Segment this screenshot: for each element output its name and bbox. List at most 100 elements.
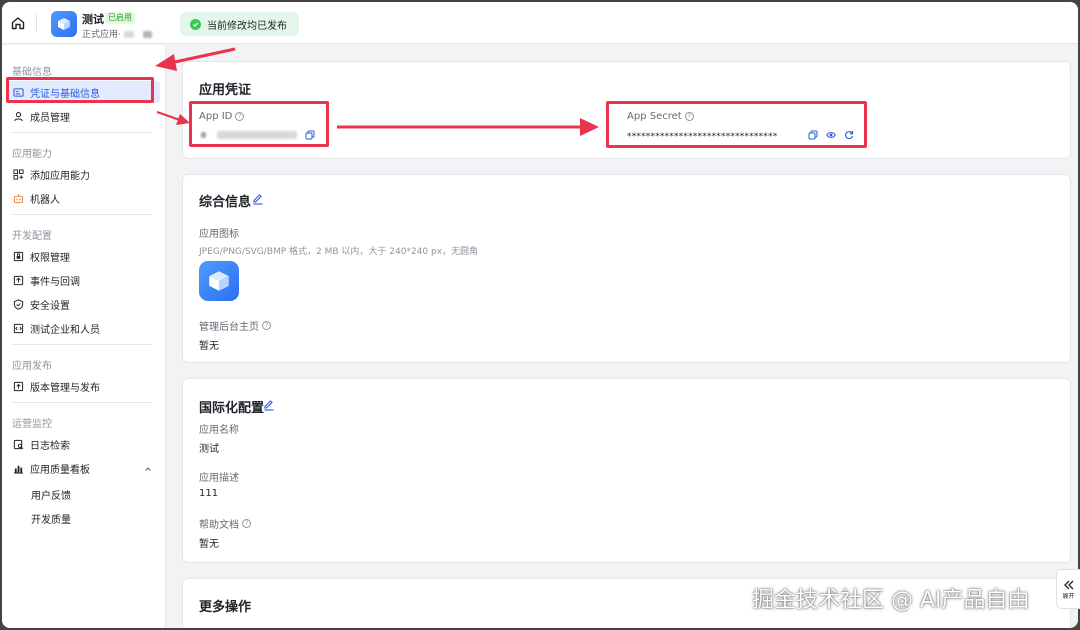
divider bbox=[12, 132, 152, 133]
nav-group-basic: 基础信息 bbox=[12, 67, 52, 78]
help-icon[interactable]: ? bbox=[242, 519, 251, 528]
sidebar-item-add-capability[interactable]: 添加应用能力 bbox=[6, 163, 160, 185]
sidebar-item-label: 事件与回调 bbox=[30, 276, 80, 288]
app-logo bbox=[51, 11, 77, 37]
help-doc-label: 帮助文档 ? bbox=[199, 516, 251, 531]
redacted-text bbox=[143, 31, 152, 38]
expand-panel-button[interactable]: 展开 bbox=[1056, 569, 1080, 609]
app-name-label: 应用名称 bbox=[199, 425, 239, 436]
home-icon[interactable] bbox=[10, 15, 26, 31]
sidebar-item-label: 测试企业和人员 bbox=[30, 324, 100, 336]
bar-chart-icon bbox=[13, 463, 24, 474]
app-desc-label: 应用描述 bbox=[199, 473, 239, 484]
divider bbox=[12, 214, 152, 215]
grid-plus-icon bbox=[13, 168, 24, 180]
help-doc-value: 暂无 bbox=[199, 539, 219, 550]
copy-icon[interactable] bbox=[808, 130, 818, 140]
watermark: 掘金技术社区 @ AI产品自由 bbox=[752, 588, 1030, 613]
check-circle-icon bbox=[190, 18, 201, 30]
homepage-label-text: 管理后台主页 bbox=[199, 322, 259, 333]
app-name: 测试 bbox=[82, 13, 104, 26]
refresh-icon[interactable] bbox=[844, 130, 854, 140]
copy-icon[interactable] bbox=[305, 130, 315, 140]
redacted-text bbox=[124, 31, 134, 38]
sidebar-item-events[interactable]: 事件与回调 bbox=[6, 269, 160, 291]
divider bbox=[12, 344, 152, 345]
app-id-value-redacted bbox=[201, 132, 206, 138]
app-window: 测试 已启用 正式应用· 当前修改均已发布 基础信息 凭证与基础信息 成员管理 … bbox=[2, 2, 1078, 628]
i18n-title: 国际化配置 bbox=[199, 401, 265, 416]
app-desc-value: 111 bbox=[199, 488, 219, 499]
robot-icon bbox=[13, 193, 24, 204]
app-id-label-text: App ID bbox=[199, 111, 233, 122]
chevron-up-icon[interactable] bbox=[144, 465, 152, 473]
help-icon[interactable]: ? bbox=[262, 321, 271, 330]
homepage-label: 管理后台主页 ? bbox=[199, 318, 271, 333]
sidebar-item-robot[interactable]: 机器人 bbox=[6, 187, 160, 209]
sidebar-item-label: 添加应用能力 bbox=[30, 170, 90, 182]
divider bbox=[36, 14, 37, 32]
app-icon-label: 应用图标 bbox=[199, 229, 239, 240]
sidebar-subitem-feedback[interactable]: 用户反馈 bbox=[31, 487, 71, 502]
eye-icon[interactable] bbox=[826, 130, 836, 140]
nav-group-capabilities: 应用能力 bbox=[12, 149, 52, 160]
edit-icon[interactable] bbox=[252, 193, 264, 205]
nav-group-operations: 运营监控 bbox=[12, 419, 52, 430]
app-secret-label: App Secret ? bbox=[627, 111, 694, 122]
credentials-title: 应用凭证 bbox=[199, 83, 252, 98]
sidebar-item-label: 日志检索 bbox=[30, 440, 70, 452]
sidebar-item-quality-dashboard[interactable]: 应用质量看板 bbox=[6, 457, 160, 479]
sidebar-item-security[interactable]: 安全设置 bbox=[6, 293, 160, 315]
app-id-label: App ID ? bbox=[199, 111, 245, 122]
nav-group-release: 应用发布 bbox=[12, 361, 52, 372]
general-info-card: 综合信息 应用图标 JPEG/PNG/SVG/BMP 格式，2 MB 以内，大于… bbox=[182, 174, 1071, 363]
log-search-icon bbox=[13, 439, 24, 450]
double-chevron-left-icon bbox=[1063, 580, 1073, 589]
event-icon bbox=[13, 275, 24, 286]
code-box-icon bbox=[13, 323, 24, 334]
general-info-title: 综合信息 bbox=[199, 195, 252, 210]
app-secret-value: ******************************** bbox=[627, 132, 778, 142]
publish-status-toast: 当前修改均已发布 bbox=[180, 12, 299, 36]
id-card-icon bbox=[13, 87, 24, 98]
sidebar-item-label: 版本管理与发布 bbox=[30, 382, 100, 394]
help-icon[interactable]: ? bbox=[235, 112, 245, 121]
credentials-card: 应用凭证 App ID ? App Secret ? *************… bbox=[182, 61, 1071, 159]
help-doc-label-text: 帮助文档 bbox=[199, 520, 239, 531]
top-bar: 测试 已启用 正式应用· 当前修改均已发布 bbox=[2, 2, 1078, 44]
help-icon[interactable]: ? bbox=[684, 112, 694, 121]
sidebar-item-test-users[interactable]: 测试企业和人员 bbox=[6, 317, 160, 339]
shield-icon bbox=[13, 298, 24, 310]
sidebar: 基础信息 凭证与基础信息 成员管理 应用能力 添加应用能力 机器人 开发配置 权… bbox=[2, 45, 166, 628]
more-actions-title: 更多操作 bbox=[199, 600, 252, 615]
expand-label: 展开 bbox=[1062, 592, 1075, 600]
app-icon-image[interactable] bbox=[199, 261, 239, 301]
sidebar-item-versions[interactable]: 版本管理与发布 bbox=[6, 375, 160, 397]
sidebar-item-label: 凭证与基础信息 bbox=[30, 88, 100, 100]
sidebar-item-label: 机器人 bbox=[30, 194, 60, 206]
app-name-value: 测试 bbox=[199, 444, 219, 455]
nav-group-dev-config: 开发配置 bbox=[12, 231, 52, 242]
app-status-badge: 已启用 bbox=[105, 12, 135, 24]
sidebar-item-logs[interactable]: 日志检索 bbox=[6, 433, 160, 455]
lock-box-icon bbox=[13, 251, 24, 262]
homepage-value: 暂无 bbox=[199, 341, 219, 352]
sidebar-item-label: 权限管理 bbox=[30, 252, 70, 264]
edit-icon[interactable] bbox=[263, 399, 275, 411]
app-type: 正式应用· bbox=[82, 30, 121, 40]
user-icon bbox=[13, 111, 24, 122]
app-icon-hint: JPEG/PNG/SVG/BMP 格式，2 MB 以内，大于 240*240 p… bbox=[199, 247, 479, 257]
toast-text: 当前修改均已发布 bbox=[207, 20, 287, 32]
sidebar-item-members[interactable]: 成员管理 bbox=[6, 105, 160, 127]
sidebar-subitem-dev-quality[interactable]: 开发质量 bbox=[31, 511, 71, 526]
divider bbox=[12, 402, 152, 403]
app-id-value-redacted bbox=[217, 131, 297, 139]
sidebar-item-label: 安全设置 bbox=[30, 300, 70, 312]
sidebar-item-label: 成员管理 bbox=[30, 112, 70, 124]
main-content: 应用凭证 App ID ? App Secret ? *************… bbox=[167, 45, 1078, 628]
sidebar-item-permissions[interactable]: 权限管理 bbox=[6, 245, 160, 267]
sidebar-item-label: 应用质量看板 bbox=[30, 464, 90, 476]
sidebar-item-credentials[interactable]: 凭证与基础信息 bbox=[6, 81, 160, 103]
upload-icon bbox=[13, 381, 24, 392]
i18n-card: 国际化配置 应用名称 测试 应用描述 111 帮助文档 ? 暂无 bbox=[182, 378, 1071, 563]
